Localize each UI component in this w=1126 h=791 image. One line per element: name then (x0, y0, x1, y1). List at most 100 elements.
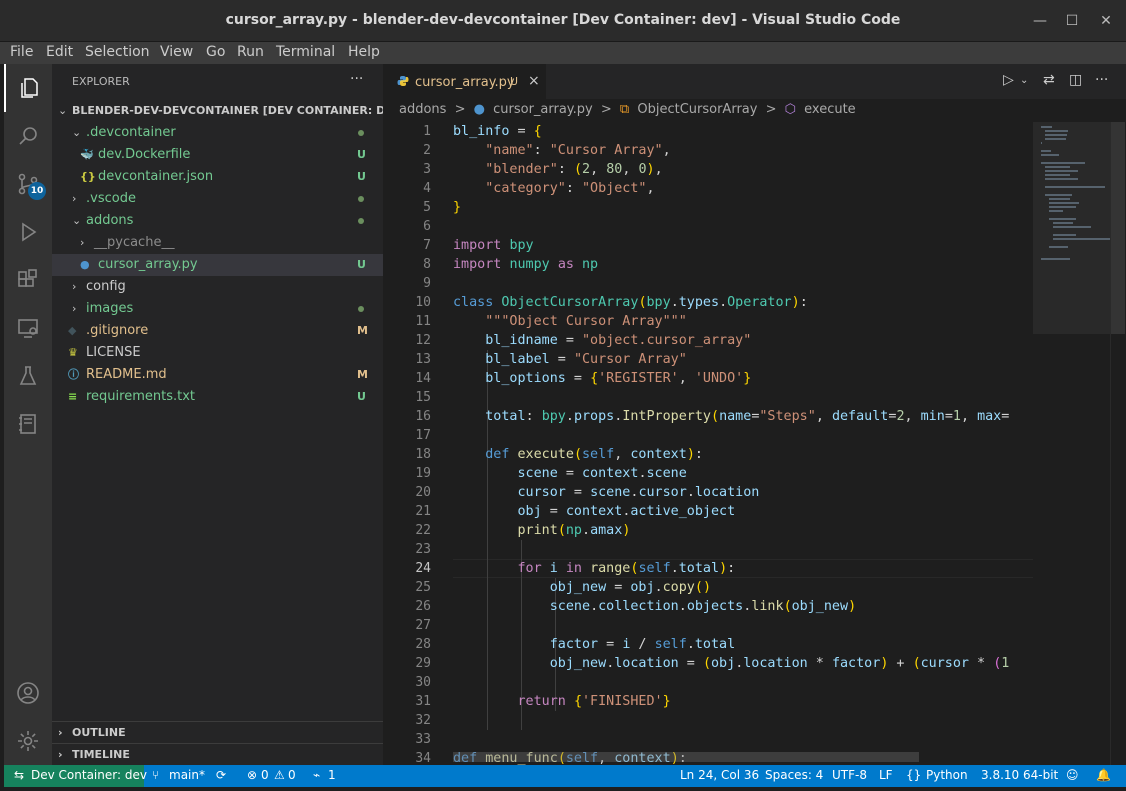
indentation[interactable]: Spaces: 4 (765, 768, 823, 782)
scrollbar-thumb[interactable] (1111, 122, 1125, 334)
minimap-line (1045, 178, 1078, 180)
tree-item[interactable]: ◆ .gitignore M (52, 320, 383, 342)
close-window-button[interactable]: ✕ (1094, 10, 1118, 32)
text-file-icon: ≡ (68, 390, 78, 403)
manage-activity[interactable] (4, 717, 52, 765)
extensions-icon (18, 269, 37, 287)
tree-item[interactable]: {} devcontainer.json U (52, 166, 383, 188)
remote-label: Dev Container: dev (31, 768, 147, 782)
tree-item[interactable]: ⌄ addons (52, 210, 383, 232)
breadcrumb-separator: > (600, 102, 612, 117)
files-icon (21, 78, 38, 98)
menu-help[interactable]: Help (348, 44, 380, 60)
chevron-right-icon: › (72, 280, 77, 293)
workspace-root[interactable]: ⌄ BLENDER-DEV-DEVCONTAINER [DEV CONTAINE… (52, 100, 406, 122)
more-actions-icon[interactable]: ··· (1095, 72, 1108, 88)
notebook-activity[interactable] (4, 400, 52, 448)
menu-edit[interactable]: Edit (46, 44, 73, 60)
tree-item[interactable]: ⌄ .devcontainer (52, 122, 383, 144)
extensions-activity[interactable] (4, 256, 52, 304)
code-line: "category": "Object", (485, 181, 655, 196)
menu-view[interactable]: View (160, 44, 193, 60)
tree-item-label: dev.Dockerfile (98, 147, 191, 162)
vertical-scrollbar[interactable] (1110, 122, 1125, 765)
run-debug-activity[interactable] (4, 208, 52, 256)
explorer-activity[interactable] (4, 64, 52, 112)
menu-run[interactable]: Run (237, 44, 264, 60)
menu-terminal[interactable]: Terminal (276, 44, 335, 60)
tab-cursor-array[interactable]: cursor_array.py U × (383, 64, 546, 99)
breadcrumb-separator: > (454, 102, 466, 117)
line-number: 12 (415, 333, 431, 348)
gitignore-icon: ◆ (68, 324, 77, 337)
minimap-line (1049, 218, 1076, 220)
code-line: bl_label = "Cursor Array" (485, 352, 687, 367)
tab-close-button[interactable]: × (528, 73, 540, 89)
tree-item[interactable]: ♛ LICENSE (52, 342, 383, 364)
bell-icon[interactable]: 🔔 (1096, 768, 1111, 782)
breadcrumb-class[interactable]: ObjectCursorArray (637, 102, 757, 117)
minimap-line (1045, 170, 1078, 172)
python-interpreter[interactable]: 3.8.10 64-bit (981, 768, 1058, 782)
tree-item[interactable]: › __pycache__ (52, 232, 383, 254)
notebook-icon (19, 414, 36, 434)
minimize-button[interactable]: — (1028, 10, 1052, 32)
breadcrumb-method[interactable]: execute (804, 102, 856, 117)
git-status: M (357, 324, 368, 337)
tree-item[interactable]: ⓘ README.md M (52, 364, 383, 386)
tree-item-label: config (86, 279, 126, 294)
horizontal-scrollbar[interactable] (453, 752, 919, 762)
menu-go[interactable]: Go (206, 44, 225, 60)
sync-icon[interactable]: ⟳ (216, 768, 226, 782)
tree-item[interactable]: ● cursor_array.py U (52, 254, 383, 276)
code-line: } (453, 200, 462, 215)
line-number: 23 (415, 542, 431, 557)
end-of-line[interactable]: LF (879, 768, 893, 782)
code-line: for i in range(self.total): (517, 561, 736, 576)
cursor-position[interactable]: Ln 24, Col 36 (680, 768, 759, 782)
minimap[interactable] (1033, 122, 1110, 765)
tree-item[interactable]: ≡ requirements.txt U (52, 386, 383, 408)
remote-explorer-icon (18, 319, 38, 338)
warning-count[interactable]: 0 (288, 768, 296, 782)
search-activity[interactable] (4, 112, 52, 160)
timeline-section[interactable]: › TIMELINE (52, 743, 383, 765)
open-changes-icon[interactable]: ⇄ (1043, 72, 1055, 88)
tree-item[interactable]: › .vscode (52, 188, 383, 210)
tree-item[interactable]: › images (52, 298, 383, 320)
tree-item[interactable]: › config (52, 276, 383, 298)
more-actions-button[interactable]: ··· (350, 71, 363, 87)
modified-dot (358, 130, 364, 136)
remote-indicator[interactable]: ⇆ Dev Container: dev (4, 765, 147, 787)
minimap-line (1045, 186, 1105, 188)
maximize-button[interactable]: ☐ (1060, 10, 1084, 32)
chevron-right-icon: › (80, 236, 85, 249)
menu-selection[interactable]: Selection (85, 44, 150, 60)
accounts-activity[interactable] (4, 669, 52, 717)
chevron-down-icon[interactable]: ⌄ (1020, 75, 1028, 86)
line-number: 6 (423, 219, 431, 234)
menu-file[interactable]: File (10, 44, 33, 60)
workspace-root-label: BLENDER-DEV-DEVCONTAINER [DEV CONTAINER:… (72, 104, 407, 117)
menu-bar: File Edit Selection View Go Run Terminal… (0, 42, 1126, 64)
outline-section[interactable]: › OUTLINE (52, 721, 383, 743)
testing-activity[interactable] (4, 352, 52, 400)
breadcrumb-file[interactable]: cursor_array.py (493, 102, 593, 117)
remote-explorer-activity[interactable] (4, 304, 52, 352)
error-count[interactable]: 0 (261, 768, 269, 782)
code-line: cursor = scene.cursor.location (517, 485, 760, 500)
encoding[interactable]: UTF-8 (832, 768, 867, 782)
branch-icon: ⑂ (152, 768, 160, 782)
minimap-line (1049, 198, 1070, 200)
code-editor[interactable]: 1 2 3 4 5 6 7 8 9 10 11 12 13 14 15 16 17 18 19 20 21 22 23 24 2… (383, 122, 1033, 765)
branch-name[interactable]: main* (169, 768, 205, 782)
tree-item[interactable]: 🐳 dev.Dockerfile U (52, 144, 383, 166)
feedback-icon[interactable]: ☺ (1066, 768, 1079, 782)
breadcrumb-folder[interactable]: addons (399, 102, 446, 117)
line-number: 14 (415, 371, 431, 386)
split-editor-icon[interactable]: ◫ (1069, 72, 1082, 88)
language-mode[interactable]: Python (926, 768, 968, 782)
run-file-icon[interactable]: ▷ (1003, 72, 1014, 88)
source-control-activity[interactable]: 10 (4, 160, 52, 208)
ports-count[interactable]: 1 (328, 768, 336, 782)
